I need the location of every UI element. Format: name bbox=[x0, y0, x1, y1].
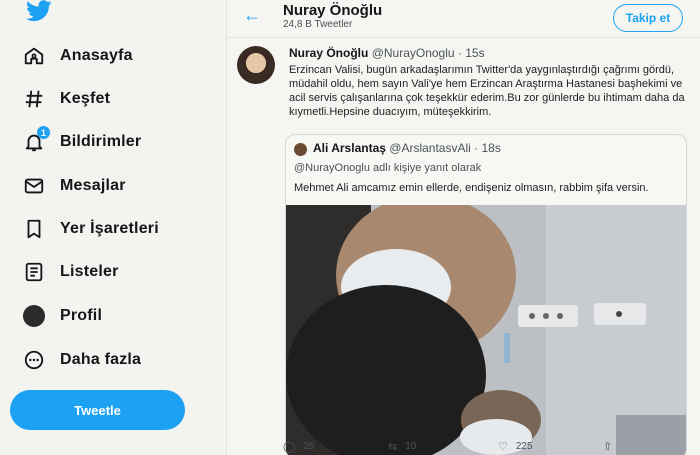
quote-header: Ali Arslantaş @ArslantasvAli · 18s bbox=[313, 141, 501, 155]
bookmark-icon bbox=[22, 217, 46, 241]
nav-item-explore[interactable]: Keşfet bbox=[22, 84, 110, 114]
heart-icon: ♡ bbox=[498, 441, 508, 453]
header-tweet-count: 24,8 B Tweetler bbox=[283, 19, 353, 30]
retweet-icon: ⇆ bbox=[388, 441, 398, 453]
share-action[interactable]: ⇧ bbox=[603, 440, 620, 453]
nav-item-notifications[interactable]: 1 Bildirimler bbox=[22, 126, 142, 157]
arrow-left-icon[interactable]: ← bbox=[243, 5, 261, 26]
quote-photo[interactable] bbox=[286, 205, 686, 455]
bell-icon: 1 bbox=[22, 126, 50, 154]
nav-item-lists[interactable]: Listeler bbox=[22, 257, 119, 287]
nav-label-bookmarks: Yer İşaretleri bbox=[60, 220, 159, 237]
author-avatar[interactable] bbox=[237, 46, 275, 84]
tweet[interactable]: Nuray Önoğlu @NurayOnoglu · 15s Erzincan… bbox=[227, 40, 700, 455]
profile-avatar bbox=[23, 305, 45, 327]
like-count: 225 bbox=[515, 441, 533, 452]
profile-icon bbox=[22, 304, 46, 328]
nav-label-more: Daha fazla bbox=[60, 351, 142, 368]
more-icon bbox=[22, 348, 46, 372]
nav-item-profile[interactable]: Profil bbox=[22, 301, 102, 331]
tweet-button[interactable]: Tweetle bbox=[10, 390, 185, 430]
nav-item-bookmarks[interactable]: Yer İşaretleri bbox=[22, 214, 159, 244]
hashtag-icon bbox=[22, 87, 46, 111]
quote-time: · 18s bbox=[474, 141, 501, 155]
sidebar: Anasayfa Keşfet 1 Bildirimler Mesajlar Y… bbox=[0, 0, 215, 455]
tweet-header: Nuray Önoğlu @NurayOnoglu · 15s bbox=[289, 46, 485, 60]
notification-badge: 1 bbox=[37, 126, 50, 139]
nav-label-explore: Keşfet bbox=[60, 90, 111, 107]
tweet-time[interactable]: · 15s bbox=[458, 46, 485, 60]
retweet-count: 10 bbox=[405, 441, 417, 452]
reply-action[interactable]: ◯ 25 bbox=[283, 440, 314, 453]
quote-author-name: Ali Arslantaş bbox=[313, 141, 386, 155]
mail-icon bbox=[22, 174, 46, 198]
author-name[interactable]: Nuray Önoğlu bbox=[289, 46, 368, 60]
tweet-text: Erzincan Valisi, bugün arkadaşlarımın Tw… bbox=[289, 64, 685, 118]
retweet-action[interactable]: ⇆ 10 bbox=[388, 440, 416, 453]
like-action[interactable]: ♡ 225 bbox=[498, 440, 533, 453]
quote-text: Mehmet Ali amcamız emin ellerde, endişen… bbox=[294, 182, 649, 194]
profile-header: ← Nuray Önoğlu 24,8 B Tweetler Takip et bbox=[227, 0, 700, 38]
main-column: ← Nuray Önoğlu 24,8 B Tweetler Takip et … bbox=[226, 0, 700, 455]
nav-item-messages[interactable]: Mesajlar bbox=[22, 171, 126, 201]
follow-button[interactable]: Takip et bbox=[613, 4, 683, 32]
quote-reply-to: @NurayOnoglu adlı kişiye yanıt olarak bbox=[294, 162, 482, 174]
nav-item-home[interactable]: Anasayfa bbox=[22, 41, 133, 71]
header-name: Nuray Önoğlu bbox=[283, 2, 383, 19]
nav-label-profile: Profil bbox=[60, 307, 103, 324]
reply-count: 25 bbox=[303, 441, 315, 452]
nav-label-messages: Mesajlar bbox=[60, 177, 126, 194]
home-icon bbox=[22, 44, 46, 68]
nav-label-notifications: Bildirimler bbox=[60, 133, 142, 150]
reply-icon: ◯ bbox=[283, 441, 296, 453]
nav-label-lists: Listeler bbox=[60, 263, 119, 280]
quoted-tweet[interactable]: Ali Arslantaş @ArslantasvAli · 18s @Nura… bbox=[285, 134, 687, 455]
tweet-actions: ◯ 25 ⇆ 10 ♡ 225 ⇧ bbox=[283, 440, 683, 455]
quote-author-avatar bbox=[294, 143, 307, 156]
quote-author-handle: @ArslantasvAli bbox=[389, 141, 471, 155]
nav-label-home: Anasayfa bbox=[60, 47, 133, 64]
list-icon bbox=[22, 260, 46, 284]
nav-item-more[interactable]: Daha fazla bbox=[22, 345, 141, 375]
twitter-logo-icon[interactable] bbox=[26, 0, 52, 22]
share-icon: ⇧ bbox=[603, 441, 613, 453]
author-handle[interactable]: @NurayOnoglu bbox=[372, 46, 455, 60]
